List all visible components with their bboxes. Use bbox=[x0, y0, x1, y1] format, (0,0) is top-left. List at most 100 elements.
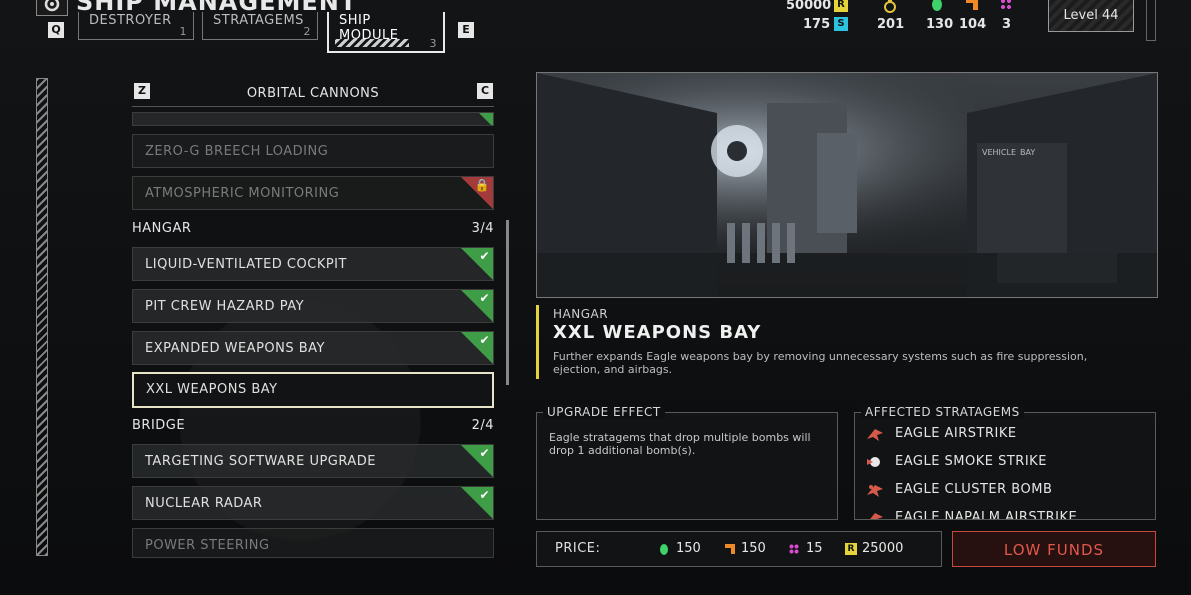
price-panel: PRICE: 150 150 15 R 25000 bbox=[536, 531, 942, 567]
list-item-selected[interactable]: XXL WEAPONS BAY bbox=[132, 372, 494, 408]
medal-icon bbox=[883, 0, 897, 18]
level-badge: Level 44 bbox=[1048, 0, 1134, 32]
left-rail bbox=[36, 78, 48, 556]
detail-title: XXL WEAPONS BAY bbox=[553, 322, 762, 343]
stratagem-label: EAGLE CLUSTER BOMB bbox=[895, 482, 1053, 497]
list-item[interactable]: ZERO-G BREECH LOADING bbox=[132, 134, 494, 168]
tab-next-key[interactable]: E bbox=[458, 22, 474, 38]
list-item-label: PIT CREW HAZARD PAY bbox=[145, 299, 305, 314]
panel-title: UPGRADE EFFECT bbox=[543, 405, 665, 419]
stratagem-item: EAGLE AIRSTRIKE bbox=[867, 426, 1017, 441]
eagle-icon bbox=[867, 427, 883, 441]
low-funds-button[interactable]: LOW FUNDS bbox=[952, 531, 1156, 567]
list-item-label: TARGETING SOFTWARE UPGRADE bbox=[145, 454, 376, 469]
divider bbox=[132, 106, 494, 107]
price-requisition: 25000 bbox=[862, 541, 904, 556]
list-item-label: XXL WEAPONS BAY bbox=[146, 382, 278, 397]
list-item-label: ATMOSPHERIC MONITORING bbox=[145, 186, 340, 201]
stratagem-list[interactable]: EAGLE AIRSTRIKE EAGLE SMOKE STRIKE EAGLE… bbox=[855, 413, 1155, 519]
stratagem-label: EAGLE SMOKE STRIKE bbox=[895, 454, 1047, 469]
list-item[interactable]: POWER STEERING bbox=[132, 528, 494, 558]
rare-sample-icon bbox=[966, 0, 978, 10]
upgrade-preview-image: VEHICLE BAY bbox=[536, 72, 1158, 298]
list-item-label: LIQUID-VENTILATED COCKPIT bbox=[145, 257, 347, 272]
price-label: PRICE: bbox=[555, 541, 601, 556]
price-super-rare: 15 bbox=[806, 541, 823, 556]
requisition-icon: R bbox=[845, 543, 857, 555]
section-count: 2/4 bbox=[471, 418, 494, 433]
bay-label: BAY bbox=[1020, 148, 1035, 157]
super-credit-icon: S bbox=[834, 17, 848, 31]
common-sample-icon bbox=[660, 544, 668, 555]
tab-destroyer[interactable]: DESTROYER 1 bbox=[78, 12, 194, 40]
detail-description: Further expands Eagle weapons bay by rem… bbox=[553, 350, 1088, 376]
list-item-label: NUCLEAR RADAR bbox=[145, 496, 263, 511]
stratagem-item: EAGLE SMOKE STRIKE bbox=[867, 454, 1047, 469]
check-icon: ✔ bbox=[479, 249, 490, 263]
list-item[interactable]: NUCLEAR RADAR ✔ bbox=[132, 486, 494, 520]
list-item-partial[interactable] bbox=[132, 112, 494, 126]
section-count: 3/4 bbox=[471, 221, 494, 236]
section-hangar: HANGAR 3/4 bbox=[132, 221, 494, 236]
list-item-label: POWER STEERING bbox=[145, 538, 270, 553]
stratagem-label: EAGLE AIRSTRIKE bbox=[895, 426, 1017, 441]
detail-accent-bar bbox=[536, 305, 539, 379]
owned-marker: ✔ bbox=[461, 290, 493, 322]
requisition-icon: R bbox=[834, 0, 848, 12]
tab-label: DESTROYER bbox=[89, 13, 172, 28]
medals-amount: 201 bbox=[877, 17, 905, 32]
list-scrollbar[interactable] bbox=[506, 220, 509, 385]
rare-samples-amount: 104 bbox=[959, 17, 987, 32]
super-sample-icon bbox=[1000, 0, 1012, 10]
tab-prev-key[interactable]: Q bbox=[48, 22, 64, 38]
list-item[interactable]: EXPANDED WEAPONS BAY ✔ bbox=[132, 331, 494, 365]
rare-sample-icon bbox=[725, 544, 735, 554]
affected-stratagems-panel: AFFECTED STRATAGEMS EAGLE AIRSTRIKE EAGL… bbox=[854, 405, 1156, 520]
section-label: BRIDGE bbox=[132, 418, 186, 433]
locked-marker: 🔒 bbox=[461, 177, 493, 209]
super-sample-icon bbox=[789, 544, 799, 554]
owned-marker: ✔ bbox=[461, 332, 493, 364]
owned-marker: ✔ bbox=[461, 248, 493, 280]
super-credits-amount: 175 bbox=[803, 17, 831, 32]
list-item-label: EXPANDED WEAPONS BAY bbox=[145, 341, 325, 356]
owned-marker: ✔ bbox=[461, 445, 493, 477]
vehicle-label: VEHICLE bbox=[982, 148, 1016, 157]
common-samples-amount: 130 bbox=[926, 17, 954, 32]
section-label: HANGAR bbox=[132, 221, 192, 236]
check-icon: ✔ bbox=[479, 291, 490, 305]
list-item[interactable]: ATMOSPHERIC MONITORING 🔒 bbox=[132, 176, 494, 210]
eagle-icon bbox=[867, 511, 883, 519]
list-item[interactable]: LIQUID-VENTILATED COCKPIT ✔ bbox=[132, 247, 494, 281]
header-bracket bbox=[1146, 0, 1156, 41]
lock-icon: 🔒 bbox=[474, 178, 490, 192]
tab-label: STRATAGEMS bbox=[213, 13, 304, 28]
list-item-label: ZERO-G BREECH LOADING bbox=[145, 144, 329, 159]
super-samples-amount: 3 bbox=[1002, 17, 1012, 32]
category-next-key[interactable]: C bbox=[477, 83, 493, 99]
price-rare: 150 bbox=[741, 541, 766, 556]
upgrade-effect-text: Eagle stratagems that drop multiple bomb… bbox=[549, 431, 811, 457]
section-bridge: BRIDGE 2/4 bbox=[132, 418, 494, 433]
check-icon: ✔ bbox=[479, 488, 490, 502]
detail-category: HANGAR bbox=[553, 307, 609, 321]
price-common: 150 bbox=[676, 541, 701, 556]
owned-marker: ✔ bbox=[461, 487, 493, 519]
category-title: ORBITAL CANNONS bbox=[246, 86, 380, 101]
tab-number: 2 bbox=[303, 25, 311, 38]
requisition-amount: 50000 bbox=[786, 0, 832, 13]
stratagem-item: EAGLE CLUSTER BOMB bbox=[867, 482, 1052, 497]
upgrade-effect-panel: UPGRADE EFFECT Eagle stratagems that dro… bbox=[536, 405, 838, 520]
gear-icon bbox=[36, 0, 68, 16]
owned-marker bbox=[479, 113, 493, 125]
tab-number: 3 bbox=[429, 37, 437, 50]
stratagem-item: EAGLE NAPALM AIRSTRIKE bbox=[867, 510, 1077, 519]
tab-stratagems[interactable]: STRATAGEMS 2 bbox=[202, 12, 318, 40]
list-item[interactable]: TARGETING SOFTWARE UPGRADE ✔ bbox=[132, 444, 494, 478]
stratagem-label: EAGLE NAPALM AIRSTRIKE bbox=[895, 510, 1078, 519]
list-item[interactable]: PIT CREW HAZARD PAY ✔ bbox=[132, 289, 494, 323]
tab-number: 1 bbox=[179, 25, 187, 38]
check-icon: ✔ bbox=[479, 333, 490, 347]
eagle-icon bbox=[867, 455, 883, 469]
tab-ship-module[interactable]: SHIP MODULE 3 bbox=[327, 12, 445, 53]
